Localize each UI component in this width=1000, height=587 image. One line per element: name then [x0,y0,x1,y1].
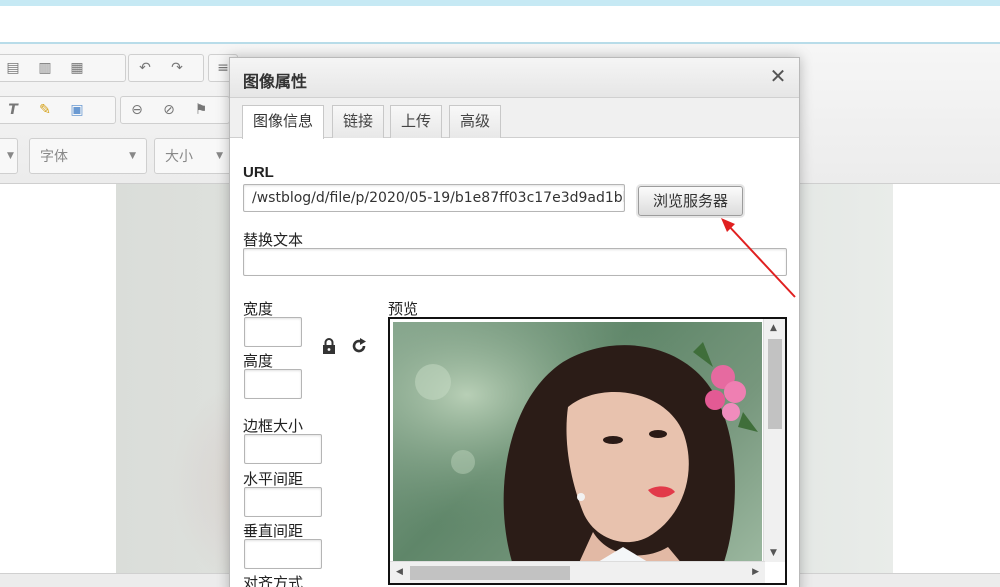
annotation-arrow [721,218,796,298]
